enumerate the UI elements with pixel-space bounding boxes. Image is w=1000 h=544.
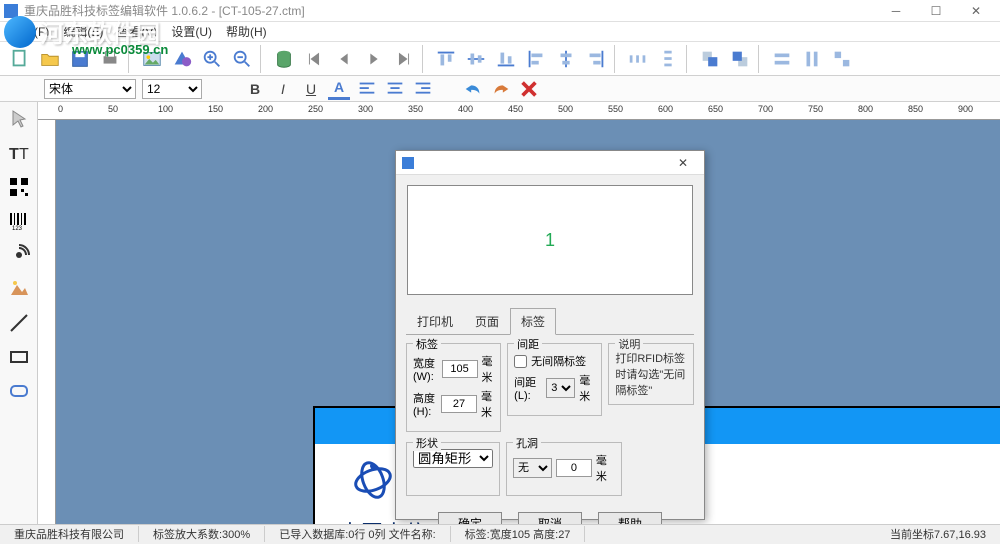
send-back-button[interactable]: [726, 45, 754, 73]
database-button[interactable]: [270, 45, 298, 73]
next-button[interactable]: [360, 45, 388, 73]
italic-button[interactable]: I: [272, 78, 294, 100]
qrcode-tool[interactable]: [3, 172, 35, 202]
hole-select[interactable]: 无: [513, 458, 552, 478]
menu-settings[interactable]: 设置(U): [171, 23, 212, 40]
format-toolbar: 宋体 12 B I U A: [0, 76, 1000, 102]
pointer-tool[interactable]: [3, 104, 35, 134]
last-button[interactable]: [390, 45, 418, 73]
group-hole: 孔洞 无毫米: [506, 442, 622, 496]
group-label-size: 标签 宽度(W):毫米 高度(H):毫米: [406, 343, 501, 432]
barcode-tool[interactable]: 123: [3, 206, 35, 236]
group-shape: 形状 圆角矩形: [406, 442, 500, 496]
fontcolor-button[interactable]: A: [328, 78, 350, 100]
align-left-text-button[interactable]: [356, 78, 378, 100]
dialog-close-button[interactable]: ✕: [668, 156, 698, 170]
menu-help[interactable]: 帮助(H): [226, 23, 267, 40]
redo-button[interactable]: [490, 78, 512, 100]
align-left-button[interactable]: [522, 45, 550, 73]
new-button[interactable]: [6, 45, 34, 73]
undo-button[interactable]: [462, 78, 484, 100]
rect-tool[interactable]: [3, 342, 35, 372]
roundrect-tool[interactable]: [3, 376, 35, 406]
watermark-url: www.pc0359.cn: [72, 42, 168, 57]
bold-button[interactable]: B: [244, 78, 266, 100]
horizontal-ruler: 050100150 200250300350 400450500550 6006…: [38, 102, 1000, 120]
image-tool[interactable]: [3, 274, 35, 304]
delete-button[interactable]: [518, 78, 540, 100]
status-coord: 当前坐标7.67,16.93: [876, 526, 1000, 542]
align-hcenter-button[interactable]: [552, 45, 580, 73]
svg-text:T: T: [19, 146, 29, 163]
minimize-button[interactable]: [876, 0, 916, 22]
text-tool[interactable]: TT: [3, 138, 35, 168]
zoom-in-button[interactable]: [198, 45, 226, 73]
close-button[interactable]: [956, 0, 996, 22]
same-width-button[interactable]: [768, 45, 796, 73]
status-zoom: 标签放大系数:300%: [139, 526, 265, 542]
status-import: 已导入数据库:0行 0列 文件名称:: [265, 526, 450, 542]
label-settings-dialog: ✕ 1 打印机 页面 标签 标签 宽度(W):毫米 高度(H):毫米 间距 无间…: [395, 150, 705, 520]
maximize-button[interactable]: [916, 0, 956, 22]
zoom-out-button[interactable]: [228, 45, 256, 73]
group-explain: 说明 打印RFID标签时请勾选"无间隔标签": [608, 343, 694, 405]
hole-size-input[interactable]: [556, 459, 592, 477]
underline-button[interactable]: U: [300, 78, 322, 100]
vertical-ruler: [38, 120, 56, 524]
status-company: 重庆品胜科技有限公司: [0, 526, 139, 542]
align-top-button[interactable]: [432, 45, 460, 73]
fontsize-select[interactable]: 12: [142, 79, 202, 99]
distribute-h-button[interactable]: [624, 45, 652, 73]
bring-front-button[interactable]: [696, 45, 724, 73]
align-bottom-button[interactable]: [492, 45, 520, 73]
shape-button[interactable]: [168, 45, 196, 73]
gap-label: 间距(L):: [514, 374, 542, 402]
line-tool[interactable]: [3, 308, 35, 338]
group-gap: 间距 无间隔标签 间距(L):3毫米: [507, 343, 602, 416]
tab-printer[interactable]: 打印机: [406, 308, 464, 335]
first-button[interactable]: [300, 45, 328, 73]
dialog-titlebar[interactable]: ✕: [396, 151, 704, 175]
explain-text: 打印RFID标签时请勾选"无间隔标签": [615, 353, 685, 397]
width-input[interactable]: [442, 360, 478, 378]
height-input[interactable]: [441, 395, 477, 413]
svg-text:T: T: [9, 146, 19, 163]
distribute-v-button[interactable]: [654, 45, 682, 73]
telecom-logo-icon: [351, 458, 395, 502]
dialog-icon: [402, 157, 414, 169]
nogap-checkbox[interactable]: [514, 355, 527, 368]
left-toolbox: TT 123: [0, 102, 38, 524]
tab-page[interactable]: 页面: [464, 308, 510, 335]
same-height-button[interactable]: [798, 45, 826, 73]
dialog-tabs: 打印机 页面 标签: [406, 307, 694, 335]
tab-label[interactable]: 标签: [510, 308, 556, 335]
rfid-tool[interactable]: [3, 240, 35, 270]
gap-select[interactable]: 3: [546, 378, 575, 398]
align-right-text-button[interactable]: [412, 78, 434, 100]
prev-button[interactable]: [330, 45, 358, 73]
label-preview: 1: [407, 185, 693, 295]
height-label: 高度(H):: [413, 390, 437, 418]
font-select[interactable]: 宋体: [44, 79, 136, 99]
watermark-logo-icon: [4, 16, 36, 48]
statusbar: 重庆品胜科技有限公司 标签放大系数:300% 已导入数据库:0行 0列 文件名称…: [0, 524, 1000, 542]
nogap-label: 无间隔标签: [531, 353, 586, 369]
svg-text:123: 123: [12, 226, 23, 232]
align-vcenter-button[interactable]: [462, 45, 490, 73]
width-label: 宽度(W):: [413, 355, 438, 383]
status-size: 标签:宽度105 高度:27: [451, 526, 586, 542]
align-right-button[interactable]: [582, 45, 610, 73]
align-center-text-button[interactable]: [384, 78, 406, 100]
shape-select[interactable]: 圆角矩形: [413, 449, 493, 468]
same-size-button[interactable]: [828, 45, 856, 73]
